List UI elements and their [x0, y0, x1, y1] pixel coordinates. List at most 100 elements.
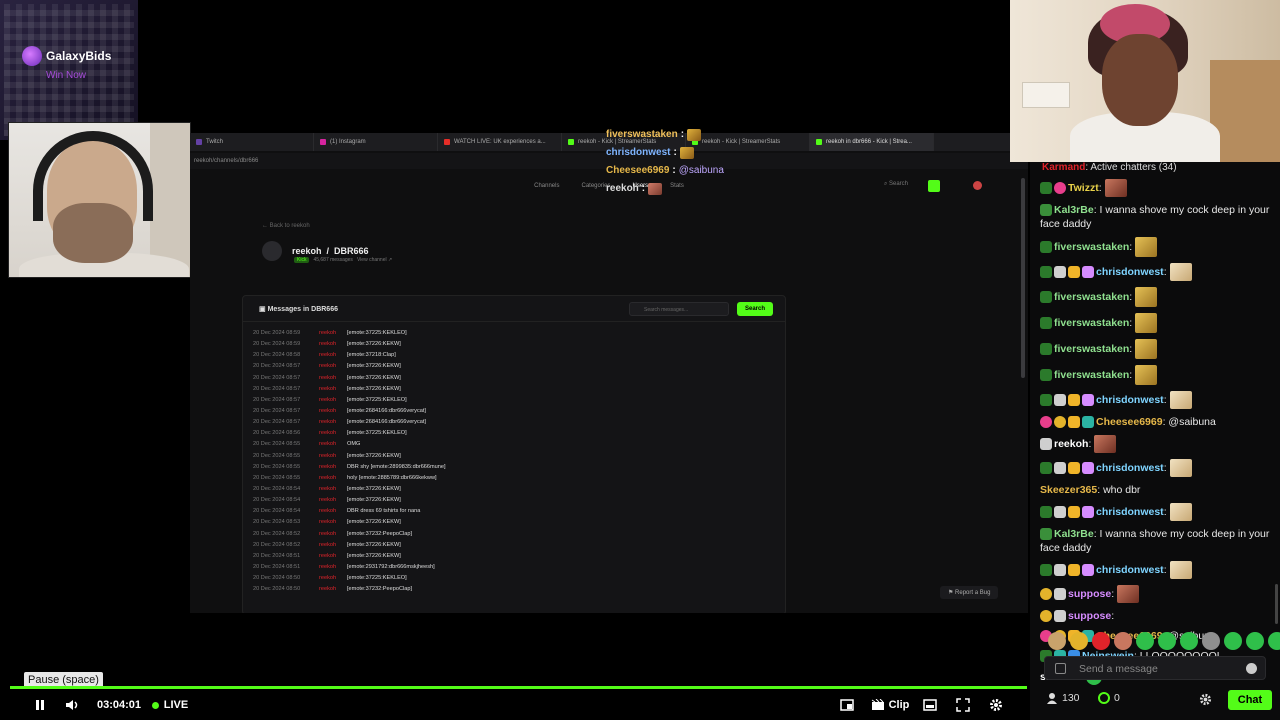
row-user: reekoh — [319, 575, 337, 582]
emote-icon — [687, 129, 702, 141]
message-row: 20 Dec 2024 08:54 reekoh [emote:37226:KEKW… — [253, 495, 775, 506]
row-text: [emote:37225:KEKLEO] — [347, 330, 407, 336]
emote-icon — [1135, 365, 1158, 385]
chat-username[interactable]: fiverswastaken — [1054, 317, 1129, 329]
volume-button[interactable] — [62, 692, 84, 718]
overlay-chat-line: chrisdonwest: — [606, 144, 806, 162]
emote-icon — [1169, 561, 1192, 579]
chat-send-button[interactable]: Chat — [1228, 690, 1272, 710]
clip-button[interactable]: Clip — [868, 692, 912, 718]
sponsor-overlay: GalaxyBids Win Now — [0, 0, 138, 140]
sub-badge-icon — [1040, 317, 1052, 329]
crown-badge-icon — [1068, 394, 1080, 406]
emote-icon[interactable] — [1158, 632, 1176, 650]
chat-command-icon[interactable] — [1055, 663, 1066, 674]
chat-username[interactable]: Cheesee6969 — [1096, 416, 1163, 428]
chat-username[interactable]: fiverswastaken — [1054, 343, 1129, 355]
chat-scrollbar[interactable] — [1275, 584, 1278, 624]
send-message-box — [1044, 656, 1266, 680]
settings-button[interactable] — [986, 692, 1006, 718]
row-text: [emote:37225:KEKLEO] — [347, 396, 407, 403]
chat-input[interactable] — [1079, 660, 1239, 678]
chat-username[interactable]: suppose — [1068, 610, 1111, 622]
chat-username[interactable]: chrisdonwest — [1096, 462, 1164, 474]
emote-icon[interactable] — [1180, 632, 1198, 650]
player-controls: 03:04:01 LIVE Clip — [0, 692, 1030, 718]
emote-icon[interactable] — [1092, 632, 1110, 650]
white-badge-icon — [1054, 462, 1066, 474]
webcam-right — [1010, 0, 1280, 162]
sub-badge-icon — [1040, 266, 1052, 278]
pause-button[interactable] — [30, 692, 50, 718]
chat-username[interactable]: fiverswastaken — [1054, 291, 1129, 303]
channel-name: DBR666 — [334, 246, 369, 256]
row-date: 20 Dec 2024 08:55 — [253, 463, 301, 470]
emote-icon — [1169, 503, 1192, 521]
chat-username[interactable]: Kal3rBe — [1054, 528, 1094, 540]
instagram-icon — [320, 139, 326, 145]
chat-message: Twizzt: — [1040, 176, 1272, 200]
fullscreen-button[interactable] — [953, 692, 973, 718]
chat-settings-icon[interactable] — [1199, 693, 1212, 706]
live-indicator[interactable]: LIVE — [150, 692, 190, 718]
gift-badge-icon — [1082, 462, 1094, 474]
emote-icon[interactable] — [1202, 632, 1220, 650]
row-date: 20 Dec 2024 08:57 — [253, 419, 301, 426]
row-user: reekoh — [319, 374, 337, 381]
chat-text: who dbr — [1103, 484, 1141, 496]
chat-username[interactable]: chrisdonwest — [1096, 564, 1164, 576]
chat-username[interactable]: suppose — [1068, 588, 1111, 600]
chat-username[interactable]: Kal3rBe — [1054, 204, 1094, 216]
progress-bar[interactable] — [10, 686, 1027, 689]
yellow-badge-icon — [1040, 588, 1052, 600]
emote-icon[interactable] — [1224, 632, 1242, 650]
chat-username[interactable]: chrisdonwest — [1096, 506, 1164, 518]
row-user: reekoh — [319, 396, 337, 403]
platform-badge: Kick — [294, 257, 310, 263]
chat-message: chrisdonwest: — [1040, 388, 1272, 412]
chat-message: Cheesee6969: @saibuna — [1040, 412, 1272, 432]
emote-icon[interactable] — [1268, 632, 1280, 650]
emote-icon — [1094, 435, 1117, 453]
emote-icon — [648, 183, 663, 195]
emote-icon[interactable] — [1070, 632, 1088, 650]
chat-username[interactable]: reekoh — [1054, 438, 1088, 450]
chat-username[interactable]: fiverswastaken — [1054, 241, 1129, 253]
emote-icon[interactable] — [1136, 632, 1154, 650]
message-row: 20 Dec 2024 08:59 reekoh [emote:37226:KEKW… — [253, 339, 775, 350]
avatar — [973, 181, 982, 190]
video-area[interactable]: GalaxyBids Win Now Twitch (1) Instagram WA… — [0, 0, 1030, 720]
crown-badge-icon — [1068, 416, 1080, 429]
row-date: 20 Dec 2024 08:54 — [253, 485, 301, 492]
chat-username[interactable]: Twizzt — [1068, 182, 1099, 194]
volume-icon — [66, 700, 78, 710]
message-row: 20 Dec 2024 08:53 reekoh [emote:37226:KEKW… — [253, 517, 775, 528]
theater-mode-button[interactable] — [838, 692, 856, 718]
white-badge-icon — [1054, 506, 1066, 518]
sponsor-tagline: Win Now — [46, 70, 87, 81]
emote-icon — [1169, 459, 1192, 477]
points-count[interactable]: 0 — [1098, 692, 1120, 704]
pink-badge-icon — [1054, 182, 1066, 194]
row-text: [emote:37225:KEKLEO] — [347, 430, 407, 437]
emote-icon[interactable] — [1246, 632, 1264, 650]
user-name: reekoh / DBR666 — [292, 246, 369, 256]
rocket-icon — [22, 46, 42, 66]
message-row: 20 Dec 2024 08:56 reekoh [emote:37225:KEKL… — [253, 428, 775, 439]
emoji-icon[interactable] — [1246, 663, 1257, 674]
chat-username[interactable]: Skeezer365 — [1040, 484, 1097, 496]
row-date: 20 Dec 2024 08:59 — [253, 341, 301, 348]
row-user: reekoh — [319, 463, 337, 470]
chat-username[interactable]: chrisdonwest — [1096, 394, 1164, 406]
chat-username[interactable]: chrisdonwest — [1096, 266, 1164, 278]
tab-label: Twitch — [206, 139, 224, 145]
emote-icon[interactable] — [1048, 632, 1066, 650]
sub-badge-icon — [1040, 369, 1052, 381]
row-date: 20 Dec 2024 08:53 — [253, 519, 301, 526]
row-date: 20 Dec 2024 08:55 — [253, 441, 301, 448]
emote-icon[interactable] — [1114, 632, 1132, 650]
chat-username[interactable]: fiverswastaken — [1054, 369, 1129, 381]
twitch-icon — [196, 139, 202, 145]
row-text: [emote:37226:KEKW] — [347, 452, 401, 459]
pip-button[interactable] — [920, 692, 940, 718]
